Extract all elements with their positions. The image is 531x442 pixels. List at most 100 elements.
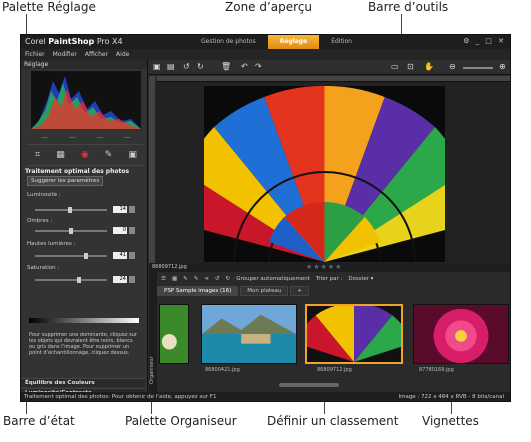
- rotate-right-icon[interactable]: ↻: [197, 62, 204, 71]
- tab-psp-sample-images[interactable]: PSP Sample images (16): [157, 286, 239, 296]
- palette-title: Réglage: [21, 60, 147, 69]
- view-icon[interactable]: ☰: [161, 276, 166, 282]
- brush-icon[interactable]: ✎: [194, 276, 199, 282]
- brand-prefix: Corel: [25, 37, 49, 46]
- toolbar: ▣ ▤ ↺ ↻ 🗑 ↶ ↷ ▭ ⊡ ✋ ⊖ ⊕: [149, 60, 510, 75]
- thumbnail-name: 86800421.jpg: [205, 367, 240, 373]
- rotate-left-icon[interactable]: ↺: [183, 62, 190, 71]
- preview-info-bar: 86809712.jpg ★★★★★: [149, 263, 510, 272]
- save-as-icon[interactable]: ▤: [167, 62, 175, 71]
- slider-label-hautes-lumieres: Hautes lumières :: [27, 241, 76, 247]
- sort-dropdown[interactable]: Dossier ▾: [348, 276, 373, 282]
- filter-icon[interactable]: ▦: [172, 276, 177, 282]
- zoom-out-icon[interactable]: ⊖: [449, 62, 456, 71]
- status-bar: Traitement optimal des photos: Pour obte…: [21, 392, 510, 401]
- spin-button[interactable]: [129, 227, 135, 234]
- suggest-settings-button[interactable]: Suggérer les paramètres: [27, 176, 104, 186]
- histogram-value: —: [123, 133, 131, 141]
- adjust-tools: ⌗ ▦ ◉ ✎ ▣: [27, 144, 145, 166]
- slider-hautes-lumieres[interactable]: [35, 253, 107, 259]
- straighten-icon[interactable]: ▦: [56, 150, 65, 160]
- value-luminosite[interactable]: 14: [113, 206, 127, 213]
- thumbnail-image: [307, 306, 401, 362]
- accordion-equilibre-couleurs[interactable]: Équilibre des Couleurs: [21, 378, 145, 387]
- slider-luminosite[interactable]: [35, 207, 107, 213]
- slider-thumb[interactable]: [83, 253, 88, 259]
- slider-thumb[interactable]: [69, 228, 73, 234]
- callout-barre-etat: Barre d’état: [3, 414, 75, 428]
- spin-button[interactable]: [129, 276, 135, 283]
- organizer-tabs: PSP Sample images (16) Mon plateau +: [157, 286, 310, 296]
- value-saturation[interactable]: 24: [113, 276, 127, 283]
- tab-edition[interactable]: Édition: [319, 35, 364, 49]
- adjust-palette: Réglage — — — — ⌗ ▦ ◉ ✎ ▣ Traitement opt…: [21, 60, 148, 401]
- histogram-graph: [31, 76, 141, 129]
- image-info: Image : 722 x 484 x RVB - 8 bits/canal: [398, 394, 504, 400]
- paintshop-window: Corel PaintShop Pro X4 Gestion de photos…: [20, 34, 511, 402]
- callout-vignettes: Vignettes: [422, 414, 479, 428]
- callout-palette-organiseur: Palette Organiseur: [125, 414, 237, 428]
- value-hautes-lumieres[interactable]: 41: [113, 252, 127, 259]
- thumbnail[interactable]: [159, 304, 189, 364]
- share-icon[interactable]: ⋖: [204, 276, 209, 282]
- rotate-right-icon[interactable]: ↻: [226, 276, 231, 282]
- crop-icon[interactable]: ⌗: [35, 150, 40, 160]
- menu-afficher[interactable]: Afficher: [85, 49, 108, 60]
- callout-definir-classement: Définir un classement: [267, 414, 399, 428]
- tab-mon-plateau[interactable]: Mon plateau: [240, 286, 289, 296]
- slider-label-saturation: Saturation :: [27, 265, 60, 271]
- slider-ombres[interactable]: [35, 228, 107, 234]
- add-tab-button[interactable]: +: [290, 286, 310, 296]
- thumbnail[interactable]: [201, 304, 297, 364]
- status-text: Traitement optimal des photos: Pour obte…: [24, 394, 217, 400]
- thumbnail-image: [202, 305, 296, 363]
- menu-fichier[interactable]: Fichier: [25, 49, 45, 60]
- slider-label-ombres: Ombres :: [27, 218, 53, 224]
- sort-label: Trier par :: [315, 276, 343, 282]
- actual-size-icon[interactable]: ▭: [391, 62, 399, 71]
- preview-area[interactable]: [155, 82, 510, 263]
- slider-thumb[interactable]: [77, 277, 82, 283]
- organizer-side-label: Organiseur: [149, 356, 155, 384]
- brand-suffix: Pro X4: [94, 37, 123, 46]
- thumbnail[interactable]: [413, 304, 509, 364]
- color-balance-gradient[interactable]: [29, 318, 139, 323]
- redo-icon[interactable]: ↷: [255, 62, 262, 71]
- preview-image[interactable]: [204, 86, 445, 262]
- tab-gestion-photos[interactable]: Gestion de photos: [189, 35, 268, 49]
- zoom-in-icon[interactable]: ⊕: [499, 62, 506, 71]
- value-ombres[interactable]: 0: [113, 227, 127, 234]
- red-eye-icon[interactable]: ◉: [81, 150, 89, 160]
- preview-filename: 86809712.jpg: [152, 264, 187, 270]
- save-icon[interactable]: ▣: [153, 62, 161, 71]
- spin-button[interactable]: [129, 206, 135, 213]
- spin-button[interactable]: [129, 252, 135, 259]
- slider-thumb[interactable]: [67, 207, 72, 213]
- thumbnail-selected[interactable]: [305, 304, 403, 364]
- menu-bar: Fichier Modifier Afficher Aide: [21, 49, 510, 60]
- pan-hand-icon[interactable]: ✋: [424, 62, 434, 71]
- callout-zone-apercu: Zone d’aperçu: [225, 0, 313, 14]
- delete-icon[interactable]: 🗑: [221, 62, 231, 71]
- undo-icon[interactable]: ↶: [241, 62, 248, 71]
- edit-icon[interactable]: ✎: [183, 276, 188, 282]
- rating-stars[interactable]: ★★★★★: [306, 263, 342, 272]
- organizer-side-tab[interactable]: Organiseur: [149, 272, 157, 392]
- fit-window-icon[interactable]: ⊡: [407, 62, 414, 71]
- rotate-left-icon[interactable]: ↺: [215, 276, 220, 282]
- histogram-value: —: [41, 133, 49, 141]
- mode-tabs: Gestion de photos Réglage Édition: [189, 35, 364, 49]
- slider-label-luminosite: Luminosité :: [27, 192, 61, 198]
- window-controls[interactable]: ⚙ _ □ ✕: [463, 37, 506, 45]
- auto-group-button[interactable]: Grouper automatiquement: [236, 276, 310, 282]
- slider-saturation[interactable]: [35, 277, 107, 283]
- zoom-slider[interactable]: [463, 67, 493, 69]
- retouch-icon[interactable]: ✎: [105, 150, 113, 160]
- horizontal-scrollbar[interactable]: [279, 383, 339, 387]
- menu-aide[interactable]: Aide: [116, 49, 129, 60]
- menu-modifier[interactable]: Modifier: [53, 49, 77, 60]
- makeover-icon[interactable]: ▣: [128, 150, 137, 160]
- tab-reglage[interactable]: Réglage: [267, 35, 320, 49]
- callout-arrow: [26, 14, 27, 36]
- app-title: Corel PaintShop Pro X4: [25, 37, 123, 46]
